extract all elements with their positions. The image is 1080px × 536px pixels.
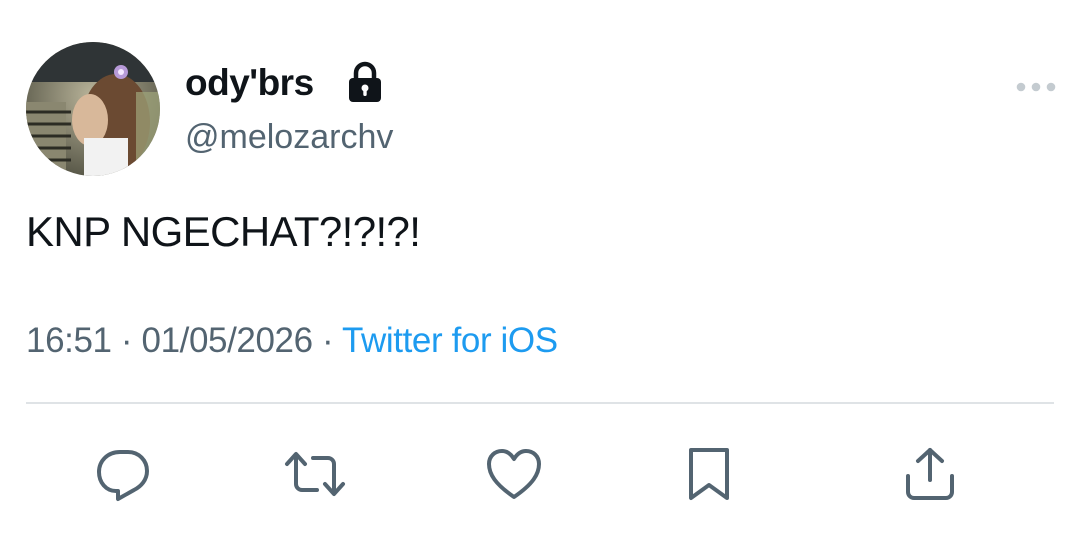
like-button[interactable]	[482, 442, 546, 506]
lock-icon	[346, 61, 384, 103]
tweet-source-link[interactable]: Twitter for iOS	[342, 321, 558, 360]
more-options-icon[interactable]	[1014, 80, 1058, 94]
tweet-time[interactable]: 16:51	[26, 321, 112, 360]
avatar[interactable]	[26, 42, 160, 176]
divider	[26, 402, 1054, 404]
share-icon	[906, 448, 954, 500]
reply-button[interactable]	[92, 442, 156, 506]
bookmark-icon	[689, 448, 729, 500]
meta-separator: ·	[322, 321, 334, 360]
meta-separator: ·	[120, 321, 133, 360]
tweet-text: KNP NGECHAT?!?!?!	[26, 208, 421, 255]
bookmark-button[interactable]	[677, 442, 741, 506]
display-name[interactable]: ody'brs	[185, 60, 314, 106]
retweet-icon	[285, 452, 345, 496]
retweet-button[interactable]	[283, 442, 347, 506]
share-button[interactable]	[898, 442, 962, 506]
tweet-date[interactable]: 01/05/2026	[142, 321, 314, 360]
reply-icon	[97, 450, 149, 501]
tweet-meta: 16:51 · 01/05/2026 · Twitter for iOS	[26, 318, 558, 364]
tweet-card: ody'brs @melozarchv KNP NGECHAT?!?!?! 16…	[0, 0, 1080, 536]
heart-icon	[487, 449, 541, 499]
user-handle[interactable]: @melozarchv	[185, 115, 393, 159]
